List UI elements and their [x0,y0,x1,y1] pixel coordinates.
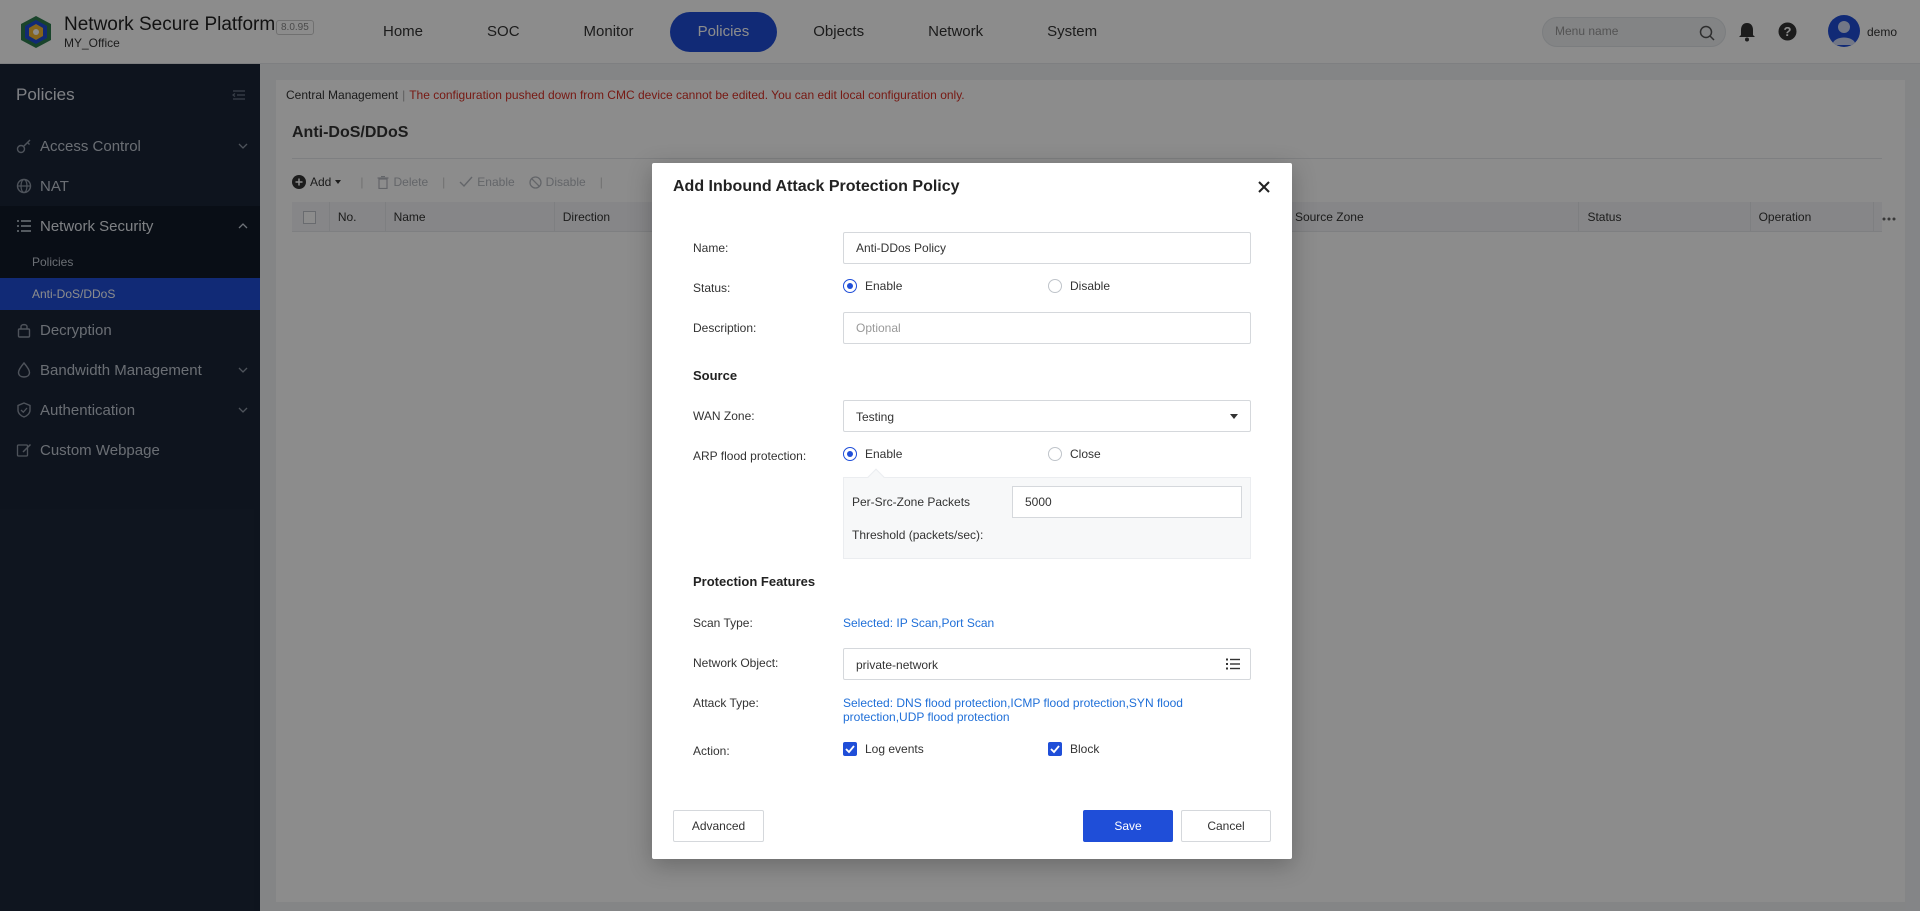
scan-type-label: Scan Type: [693,616,753,630]
status-disable-label: Disable [1070,279,1111,293]
network-object-label: Network Object: [693,656,779,670]
arp-enable-radio[interactable]: Enable [843,447,902,461]
network-object-value: private-network [856,658,939,672]
list-picker-icon[interactable] [1226,658,1240,670]
status-label: Status: [693,281,731,295]
attack-type-label: Attack Type: [693,696,759,710]
add-policy-dialog: Add Inbound Attack Protection Policy Nam… [652,163,1292,859]
caret-down-icon [1230,414,1238,419]
checkbox-checked [1048,742,1062,756]
status-enable-radio[interactable]: Enable [843,279,902,293]
dialog-title: Add Inbound Attack Protection Policy [673,178,960,195]
radio-selected [843,279,857,293]
log-events-checkbox[interactable]: Log events [843,742,924,756]
block-label: Block [1070,742,1100,756]
wan-zone-label: WAN Zone: [693,409,755,423]
description-label: Description: [693,321,757,335]
network-object-field[interactable]: private-network [843,648,1251,680]
status-disable-radio[interactable]: Disable [1048,279,1110,293]
threshold-label-line2: Threshold (packets/sec): [852,528,984,542]
name-input[interactable] [856,241,1236,255]
arp-flood-label: ARP flood protection: [693,449,807,463]
name-field-box [843,232,1251,264]
log-events-label: Log events [865,742,924,756]
cancel-button[interactable]: Cancel [1181,810,1271,842]
scan-type-link[interactable]: Selected: IP Scan,Port Scan [843,616,994,630]
threshold-input[interactable] [1025,495,1225,509]
arp-threshold-panel: Per-Src-Zone Packets Threshold (packets/… [843,468,1251,559]
description-input[interactable] [856,321,1236,335]
wan-zone-value: Testing [856,410,895,424]
checkbox-checked [843,742,857,756]
source-section-title: Source [693,368,738,383]
attack-type-link[interactable]: Selected: DNS flood protection,ICMP floo… [843,696,1203,724]
action-label: Action: [693,744,730,758]
radio-unselected [1048,279,1062,293]
status-enable-label: Enable [865,279,903,293]
arp-close-label: Close [1070,447,1101,461]
threshold-field-box [1012,486,1242,518]
block-checkbox[interactable]: Block [1048,742,1099,756]
radio-unselected [1048,447,1062,461]
threshold-label-line1: Per-Src-Zone Packets [852,495,971,509]
protection-section-title: Protection Features [693,574,816,589]
wan-zone-select[interactable]: Testing [843,400,1251,432]
check-icon [1050,745,1060,754]
radio-selected [843,447,857,461]
name-label: Name: [693,241,729,255]
arp-enable-label: Enable [865,447,903,461]
close-icon[interactable] [1256,179,1272,195]
check-icon [845,745,855,754]
arp-close-radio[interactable]: Close [1048,447,1101,461]
description-field-box [843,312,1251,344]
advanced-button[interactable]: Advanced [673,810,764,842]
save-button[interactable]: Save [1083,810,1173,842]
panel-pointer [867,468,885,486]
